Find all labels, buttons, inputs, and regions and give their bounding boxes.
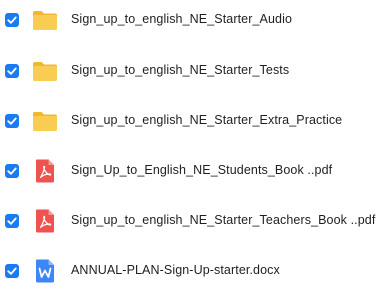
list-item[interactable]: Sign_Up_to_English_NE_Students_Book ..pd… [0,155,386,187]
file-name: Sign_up_to_english_NE_Starter_Extra_Prac… [71,113,343,127]
checkbox[interactable] [5,214,19,228]
file-list: Sign_up_to_english_NE_Starter_Audio Sign… [0,0,386,301]
word-doc-icon [32,258,58,284]
checkbox[interactable] [5,64,19,78]
file-name: Sign_up_to_english_NE_Starter_Tests [71,63,290,77]
checkbox[interactable] [5,13,19,27]
list-item[interactable]: Sign_up_to_english_NE_Starter_Tests [0,55,386,87]
folder-icon [32,7,58,33]
folder-icon [32,108,58,134]
checkbox[interactable] [5,114,19,128]
pdf-icon [32,158,58,184]
list-item[interactable]: Sign_up_to_english_NE_Starter_Audio [0,4,386,36]
list-item[interactable]: Sign_up_to_english_NE_Starter_Extra_Prac… [0,105,386,137]
file-name: Sign_Up_to_English_NE_Students_Book ..pd… [71,163,333,177]
folder-icon [32,58,58,84]
file-name: ANNUAL-PLAN-Sign-Up-starter.docx [71,263,280,277]
file-name: Sign_up_to_english_NE_Starter_Audio [71,12,293,26]
list-item[interactable]: Sign_up_to_english_NE_Starter_Teachers_B… [0,205,386,237]
list-item[interactable]: ANNUAL-PLAN-Sign-Up-starter.docx [0,255,386,287]
checkbox[interactable] [5,264,19,278]
pdf-icon [32,208,58,234]
checkbox[interactable] [5,164,19,178]
file-name: Sign_up_to_english_NE_Starter_Teachers_B… [71,213,376,227]
